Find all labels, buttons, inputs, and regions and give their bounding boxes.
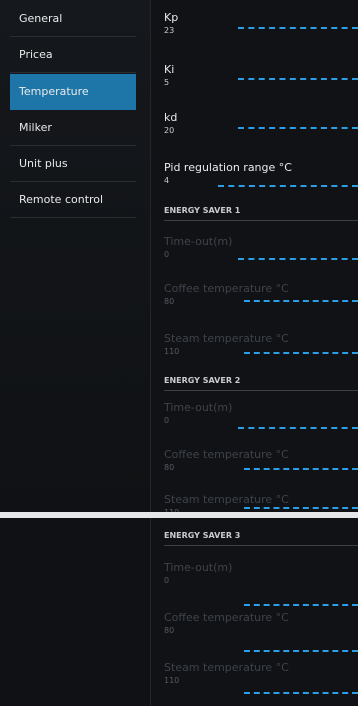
kp-field[interactable]: Kp 23 (164, 12, 358, 36)
es1-steam-label: Steam temperature °C (164, 332, 289, 345)
screenshot-separator (0, 512, 358, 518)
sidebar-item-milker[interactable]: Milker (10, 110, 136, 146)
es1-coffee-field: Coffee temperature °C 80 (164, 283, 358, 307)
section-rule (164, 390, 358, 391)
settings-content: Kp 23 Ki 5 kd 20 Pid regulation range °C… (151, 0, 358, 706)
kp-input-line[interactable] (238, 27, 358, 29)
es1-coffee-label: Coffee temperature °C (164, 282, 289, 295)
sidebar-item-unit-plus[interactable]: Unit plus (10, 146, 136, 182)
sidebar-item-temperature[interactable]: Temperature (10, 74, 136, 110)
es2-timeout-value: 0 (164, 416, 170, 425)
energy-saver-1-title: ENERGY SAVER 1 (164, 206, 241, 215)
energy-saver-2-header: ENERGY SAVER 2 (164, 376, 358, 391)
es3-coffee-label: Coffee temperature °C (164, 611, 289, 624)
energy-saver-3-header: ENERGY SAVER 3 (164, 531, 358, 546)
es3-steam-field: Steam temperature °C 110 (164, 662, 358, 686)
es3-timeout-input-line (244, 604, 358, 606)
es1-timeout-input-line (238, 258, 358, 260)
settings-sidebar: General Pricea Temperature Milker Unit p… (0, 0, 150, 512)
kd-field[interactable]: kd 20 (164, 112, 358, 136)
es1-steam-input-line (244, 352, 358, 354)
ki-label: Ki (164, 63, 175, 76)
es3-timeout-field: Time-out(m) 0 (164, 562, 358, 586)
es1-coffee-value: 80 (164, 297, 175, 306)
es2-steam-label: Steam temperature °C (164, 493, 289, 506)
ki-field[interactable]: Ki 5 (164, 64, 358, 88)
energy-saver-2-title: ENERGY SAVER 2 (164, 376, 241, 385)
sidebar-item-label: Temperature (19, 85, 89, 98)
es1-coffee-input-line (244, 300, 358, 302)
es2-coffee-input-line (244, 468, 358, 470)
es3-steam-label: Steam temperature °C (164, 661, 289, 674)
es3-coffee-input-line (244, 650, 358, 652)
ki-input-line[interactable] (238, 78, 358, 80)
energy-saver-3-title: ENERGY SAVER 3 (164, 531, 241, 540)
sidebar-item-general[interactable]: General (10, 1, 136, 37)
es2-timeout-field: Time-out(m) 0 (164, 402, 358, 426)
temperature-settings-screen: General Pricea Temperature Milker Unit p… (0, 0, 358, 706)
es1-timeout-field: Time-out(m) 0 (164, 236, 358, 260)
kp-label: Kp (164, 11, 179, 24)
es2-coffee-label: Coffee temperature °C (164, 448, 289, 461)
pid-range-input-line[interactable] (218, 185, 358, 187)
sidebar-item-remote-control[interactable]: Remote control (10, 182, 136, 218)
sidebar-lower-panel (0, 518, 150, 706)
section-rule (164, 545, 358, 546)
sidebar-item-label: General (19, 12, 63, 25)
sidebar-item-label: Remote control (19, 193, 104, 206)
es3-steam-value: 110 (164, 676, 180, 685)
energy-saver-1-header: ENERGY SAVER 1 (164, 206, 358, 221)
es1-timeout-label: Time-out(m) (164, 235, 233, 248)
sidebar-item-prices[interactable]: Pricea (10, 37, 136, 73)
es3-timeout-label: Time-out(m) (164, 561, 233, 574)
pid-range-field[interactable]: Pid regulation range °C 4 (164, 162, 358, 186)
es2-timeout-label: Time-out(m) (164, 401, 233, 414)
sidebar-item-label: Milker (19, 121, 52, 134)
section-rule (164, 220, 358, 221)
es3-timeout-value: 0 (164, 576, 170, 585)
es3-steam-input-line (244, 692, 358, 694)
es2-timeout-input-line (238, 427, 358, 429)
kd-label: kd (164, 111, 178, 124)
sidebar-item-label: Unit plus (19, 157, 68, 170)
es2-steam-input-line (244, 507, 358, 509)
es3-coffee-value: 80 (164, 626, 175, 635)
sidebar-item-label: Pricea (19, 48, 53, 61)
kd-input-line[interactable] (238, 127, 358, 129)
pid-range-label: Pid regulation range °C (164, 161, 292, 174)
es3-coffee-field: Coffee temperature °C 80 (164, 612, 358, 636)
